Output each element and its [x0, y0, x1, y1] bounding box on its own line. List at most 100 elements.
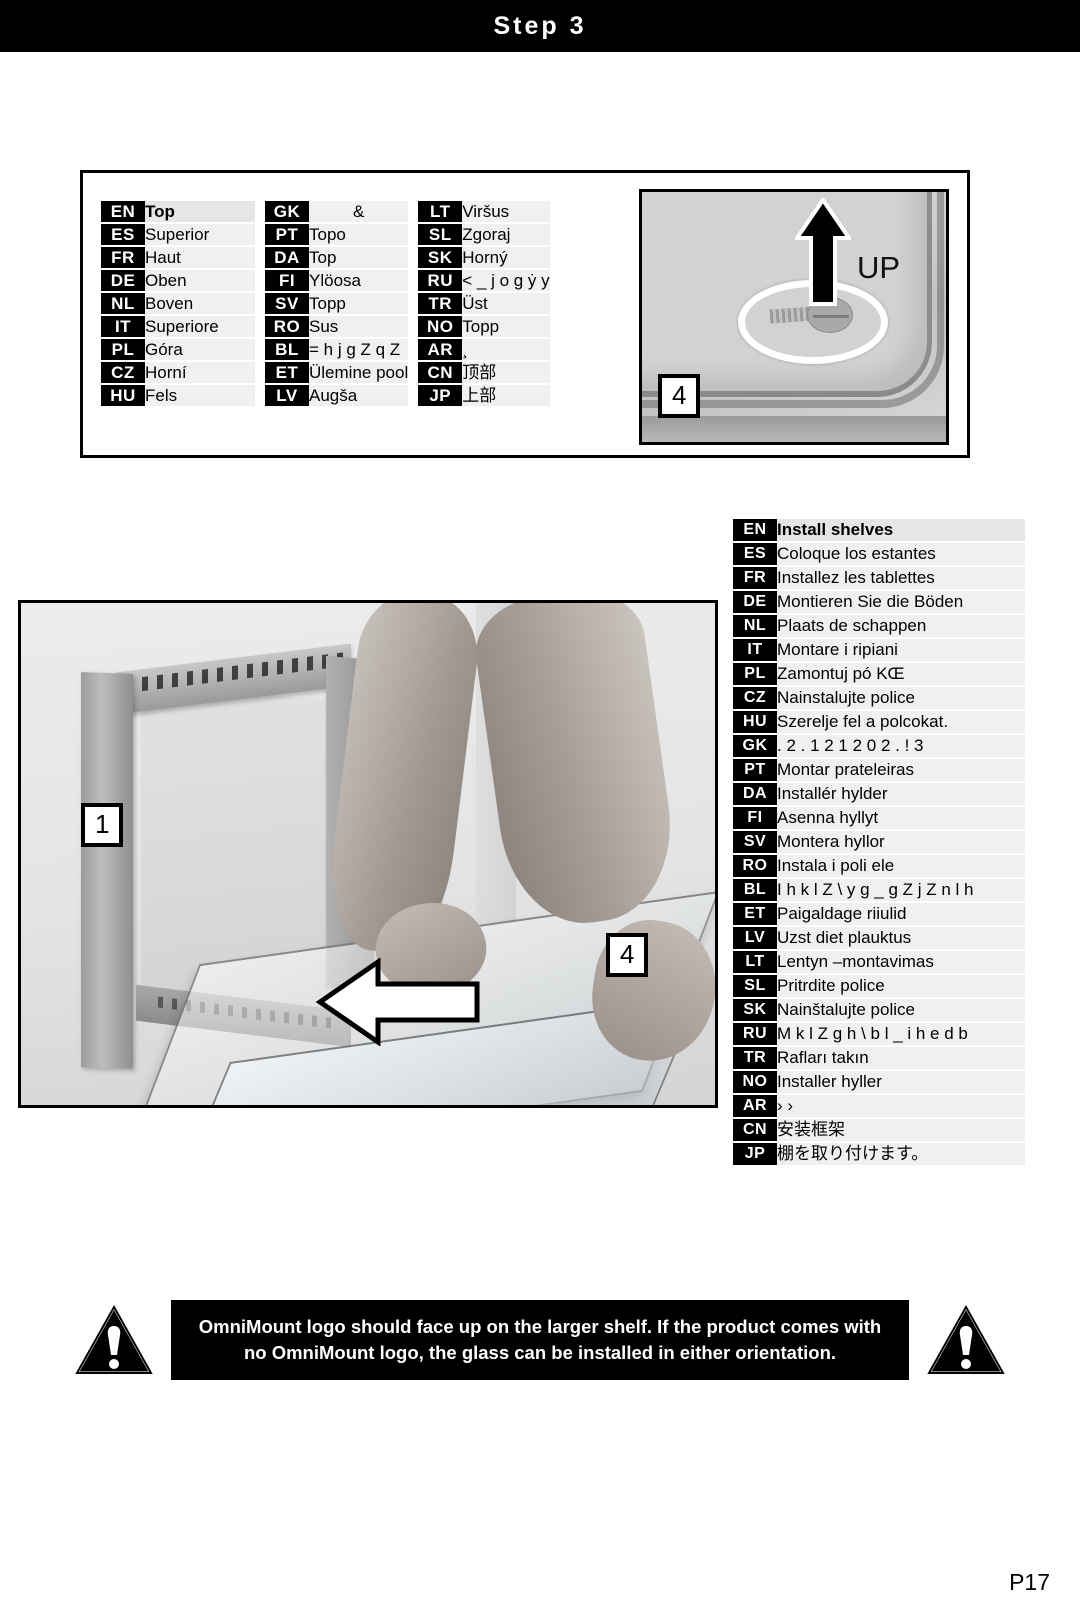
top-lang-text-hu: Fels — [145, 385, 255, 406]
top-lang-text-lt: Viršus — [462, 201, 550, 222]
top-lang-text-sl: Zgoraj — [462, 224, 550, 245]
warning-triangle-icon — [75, 1304, 153, 1375]
instruction-text-cz: Nainstalujte police — [777, 687, 1025, 709]
top-lang-code-fr: FR — [101, 247, 145, 268]
instruction-text-sl: Pritrdite police — [777, 975, 1025, 997]
table-row: CN 顶部 — [418, 362, 550, 383]
table-row: EN Top — [101, 201, 255, 222]
instruction-text-ro: Instala i poli ele — [777, 855, 1025, 877]
top-lang-code-da: DA — [265, 247, 309, 268]
top-lang-code-cz: CZ — [101, 362, 145, 383]
instruction-text-ar: › › — [777, 1095, 1025, 1117]
instruction-code-cz: CZ — [733, 687, 777, 709]
table-row: GK & — [265, 201, 409, 222]
instruction-code-et: ET — [733, 903, 777, 925]
table-row: CN 安装框架 — [733, 1119, 1025, 1141]
top-lang-code-it: IT — [101, 316, 145, 337]
table-row: NO Topp — [418, 316, 550, 337]
instruction-text-pl: Zamontuj pó KŒ — [777, 663, 1025, 685]
top-lang-code-hu: HU — [101, 385, 145, 406]
instruction-text-no: Installer hyller — [777, 1071, 1025, 1093]
instruction-text-it: Montare i ripiani — [777, 639, 1025, 661]
instruction-code-ro: RO — [733, 855, 777, 877]
top-lang-code-pt: PT — [265, 224, 309, 245]
instruction-code-fi: FI — [733, 807, 777, 829]
top-lang-text-sk: Horný — [462, 247, 550, 268]
top-lang-text-en: Top — [145, 201, 255, 222]
up-arrow-icon — [795, 198, 851, 306]
warning-row: OmniMount logo should face up on the lar… — [0, 1285, 1080, 1395]
top-lang-text-cz: Horní — [145, 362, 255, 383]
top-lang-text-nl: Boven — [145, 293, 255, 314]
top-lang-code-es: ES — [101, 224, 145, 245]
instruction-text-pt: Montar prateleiras — [777, 759, 1025, 781]
left-arrow-icon — [316, 958, 480, 1046]
up-label: UP — [857, 250, 901, 285]
table-row: FI Asenna hyllyt — [733, 807, 1025, 829]
table-row: PT Montar prateleiras — [733, 759, 1025, 781]
top-lang-text-sv: Topp — [309, 293, 409, 314]
table-row: LV Uzst diet plauktus — [733, 927, 1025, 949]
instruction-text-en: Install shelves — [777, 519, 1025, 541]
top-lang-text-cn: 顶部 — [462, 362, 550, 383]
instruction-text-ru: M k l Z g h \ b l _ i h e d b — [777, 1023, 1025, 1045]
top-lang-text-de: Oben — [145, 270, 255, 291]
callout-marker-4-main: 4 — [606, 933, 649, 977]
table-row: TR Üst — [418, 293, 550, 314]
instruction-code-pt: PT — [733, 759, 777, 781]
table-row: JP 棚を取り付けます。 — [733, 1143, 1025, 1165]
up-orientation-detail-photo: UP 4 — [639, 189, 949, 445]
instruction-text-nl: Plaats de schappen — [777, 615, 1025, 637]
table-row: FR Installez les tablettes — [733, 567, 1025, 589]
warning-text-box: OmniMount logo should face up on the lar… — [171, 1299, 909, 1381]
table-row: ES Coloque los estantes — [733, 543, 1025, 565]
instruction-text-de: Montieren Sie die Böden — [777, 591, 1025, 613]
table-row: SL Zgoraj — [418, 224, 550, 245]
top-lang-code-pl: PL — [101, 339, 145, 360]
top-lang-code-fi: FI — [265, 270, 309, 291]
top-lang-text-no: Topp — [462, 316, 550, 337]
table-row: IT Montare i ripiani — [733, 639, 1025, 661]
instruction-text-bl: I h k l Z \ y g _ g Z j Z n l h — [777, 879, 1025, 901]
instruction-code-ar: AR — [733, 1095, 777, 1117]
table-row: NO Installer hyller — [733, 1071, 1025, 1093]
top-lang-code-en: EN — [101, 201, 145, 222]
instruction-language-table: EN Install shelves ES Coloque los estantes F… — [733, 517, 1025, 1167]
table-row: LT Viršus — [418, 201, 550, 222]
top-lang-code-lt: LT — [418, 201, 463, 222]
instruction-code-gk: GK — [733, 735, 777, 757]
table-row: HU Fels — [101, 385, 255, 406]
table-row: LT Lentyn –montavimas — [733, 951, 1025, 973]
instruction-code-sk: SK — [733, 999, 777, 1021]
top-lang-code-de: DE — [101, 270, 145, 291]
instruction-code-ru: RU — [733, 1023, 777, 1045]
top-lang-text-fi: Ylöosa — [309, 270, 409, 291]
table-row: AR ¸ — [418, 339, 550, 360]
top-lang-code-sv: SV — [265, 293, 309, 314]
top-lang-code-nl: NL — [101, 293, 145, 314]
top-lang-text-ro: Sus — [309, 316, 409, 337]
table-row: PL Zamontuj pó KŒ — [733, 663, 1025, 685]
table-row: ES Superior — [101, 224, 255, 245]
table-row: NL Boven — [101, 293, 255, 314]
table-row: SV Topp — [265, 293, 409, 314]
table-row: DA Top — [265, 247, 409, 268]
warning-triangle-icon-right — [927, 1304, 1005, 1375]
top-lang-code-ro: RO — [265, 316, 309, 337]
table-row: IT Superiore — [101, 316, 255, 337]
instruction-code-no: NO — [733, 1071, 777, 1093]
page-number: P17 — [1009, 1569, 1050, 1595]
instruction-text-fi: Asenna hyllyt — [777, 807, 1025, 829]
table-row: SK Nainštalujte police — [733, 999, 1025, 1021]
instruction-code-lt: LT — [733, 951, 777, 973]
callout-marker-4: 4 — [658, 374, 701, 418]
table-row: BL I h k l Z \ y g _ g Z j Z n l h — [733, 879, 1025, 901]
instruction-code-es: ES — [733, 543, 777, 565]
table-row: FI Ylöosa — [265, 270, 409, 291]
table-row: ET Paigaldage riiulid — [733, 903, 1025, 925]
instruction-code-en: EN — [733, 519, 777, 541]
top-lang-text-et: Ülemine pool — [309, 362, 409, 383]
table-row: SL Pritrdite police — [733, 975, 1025, 997]
table-row: PL Góra — [101, 339, 255, 360]
instruction-code-de: DE — [733, 591, 777, 613]
